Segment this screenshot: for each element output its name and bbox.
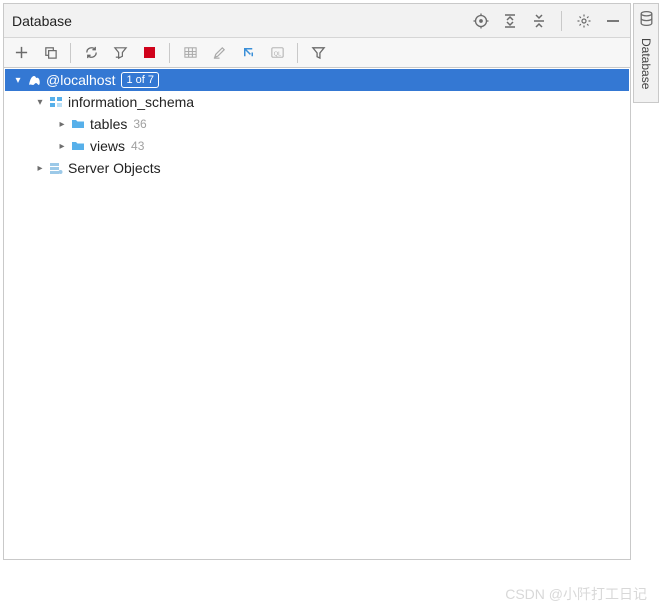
side-tab-database[interactable]: Database — [633, 3, 659, 103]
jump-to-button[interactable] — [237, 42, 259, 64]
tree-node-datasource[interactable]: ▾ @localhost 1 of 7 — [5, 69, 629, 91]
panel-title: Database — [12, 13, 472, 29]
chevron-right-icon: ▸ — [55, 141, 69, 152]
mysql-icon — [25, 72, 43, 88]
tree-node-label: @localhost — [46, 72, 115, 88]
server-objects-icon — [47, 160, 65, 176]
tree-node-label: views — [90, 138, 125, 154]
tree-node-server-objects[interactable]: ▸ Server Objects — [5, 157, 629, 179]
settings-icon[interactable] — [575, 12, 593, 30]
header-divider — [561, 11, 562, 31]
table-view-button[interactable] — [179, 42, 201, 64]
filter-stack-button[interactable] — [109, 42, 131, 64]
side-tab-label: Database — [639, 38, 653, 89]
toolbar-divider-3 — [297, 43, 298, 63]
tree-node-tables[interactable]: ▸ tables 36 — [5, 113, 629, 135]
minimize-icon[interactable] — [604, 12, 622, 30]
collapse-all-icon[interactable] — [530, 12, 548, 30]
edit-button[interactable] — [208, 42, 230, 64]
target-icon[interactable] — [472, 12, 490, 30]
tree-node-views[interactable]: ▸ views 43 — [5, 135, 629, 157]
add-button[interactable] — [10, 42, 32, 64]
toolbar-divider-1 — [70, 43, 71, 63]
database-icon — [638, 10, 655, 32]
chevron-right-icon: ▸ — [33, 163, 47, 174]
header-actions — [472, 11, 622, 31]
stop-button[interactable] — [138, 42, 160, 64]
chevron-down-icon: ▾ — [11, 75, 25, 86]
panel-header: Database — [4, 4, 630, 38]
filter-button[interactable] — [307, 42, 329, 64]
toolbar-divider-2 — [169, 43, 170, 63]
item-count: 36 — [133, 117, 146, 131]
duplicate-button[interactable] — [39, 42, 61, 64]
database-panel: Database — [3, 3, 631, 560]
tree-node-label: information_schema — [68, 94, 194, 110]
folder-icon — [69, 138, 87, 154]
item-count: 43 — [131, 139, 144, 153]
tree-node-label: Server Objects — [68, 160, 161, 176]
schema-count-badge: 1 of 7 — [121, 72, 159, 88]
chevron-down-icon: ▾ — [33, 97, 47, 108]
folder-icon — [69, 116, 87, 132]
refresh-button[interactable] — [80, 42, 102, 64]
chevron-right-icon: ▸ — [55, 119, 69, 130]
tree-node-label: tables — [90, 116, 127, 132]
svg-text:QL: QL — [273, 51, 280, 57]
database-tree[interactable]: ▾ @localhost 1 of 7 ▾ information_schema… — [5, 69, 629, 558]
expand-all-icon[interactable] — [501, 12, 519, 30]
sql-console-button[interactable]: QL — [266, 42, 288, 64]
watermark: CSDN @小阡打工日记 — [505, 584, 647, 604]
tree-node-schema[interactable]: ▾ information_schema — [5, 91, 629, 113]
toolbar: QL — [4, 38, 630, 68]
schema-icon — [47, 94, 65, 110]
